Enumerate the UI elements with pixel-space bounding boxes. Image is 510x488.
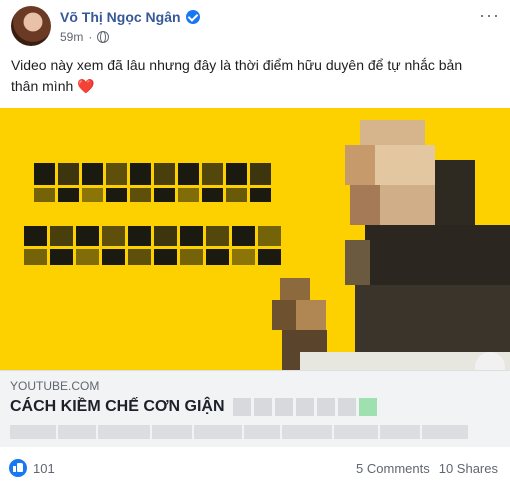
- blurred-title-suffix: [232, 398, 377, 416]
- author-row: Võ Thị Ngọc Ngân: [60, 9, 200, 25]
- comments-count[interactable]: 5 Comments: [356, 461, 430, 476]
- post-meta: 59m ·: [60, 30, 110, 44]
- engagement-counts: 5 Comments 10 Shares: [356, 461, 498, 476]
- meta-separator: ·: [88, 30, 93, 44]
- heart-emoji: ❤️: [77, 78, 95, 94]
- blurred-link-description: [10, 425, 468, 439]
- globe-icon[interactable]: [97, 31, 110, 43]
- link-preview[interactable]: YOUTUBE.COM CÁCH KIỀM CHẾ CƠN GIẬN: [0, 370, 510, 447]
- reaction-count[interactable]: 101: [33, 461, 55, 476]
- verified-badge-icon: [185, 10, 200, 24]
- like-reaction-icon[interactable]: [9, 459, 27, 477]
- pixelated-title-line-2: [24, 226, 281, 265]
- link-domain: YOUTUBE.COM: [10, 379, 100, 393]
- pixelated-person: [345, 120, 510, 370]
- shares-count[interactable]: 10 Shares: [439, 461, 498, 476]
- author-name[interactable]: Võ Thị Ngọc Ngân: [60, 9, 181, 25]
- link-title[interactable]: CÁCH KIỀM CHẾ CƠN GIẬN: [10, 398, 225, 416]
- post-text: Video này xem đã lâu nhưng đây là thời đ…: [11, 55, 491, 97]
- post-footer: 101 5 Comments 10 Shares: [0, 452, 510, 484]
- more-options-icon[interactable]: ···: [479, 6, 500, 24]
- link-title-row: CÁCH KIỀM CHẾ CƠN GIẬN: [10, 398, 377, 416]
- pixelated-title-line-1: [34, 163, 271, 202]
- link-thumbnail[interactable]: [0, 108, 510, 370]
- avatar[interactable]: [11, 6, 51, 46]
- post-timestamp[interactable]: 59m: [60, 30, 83, 44]
- facebook-post: Võ Thị Ngọc Ngân 59m · ··· Video này xem…: [0, 0, 510, 488]
